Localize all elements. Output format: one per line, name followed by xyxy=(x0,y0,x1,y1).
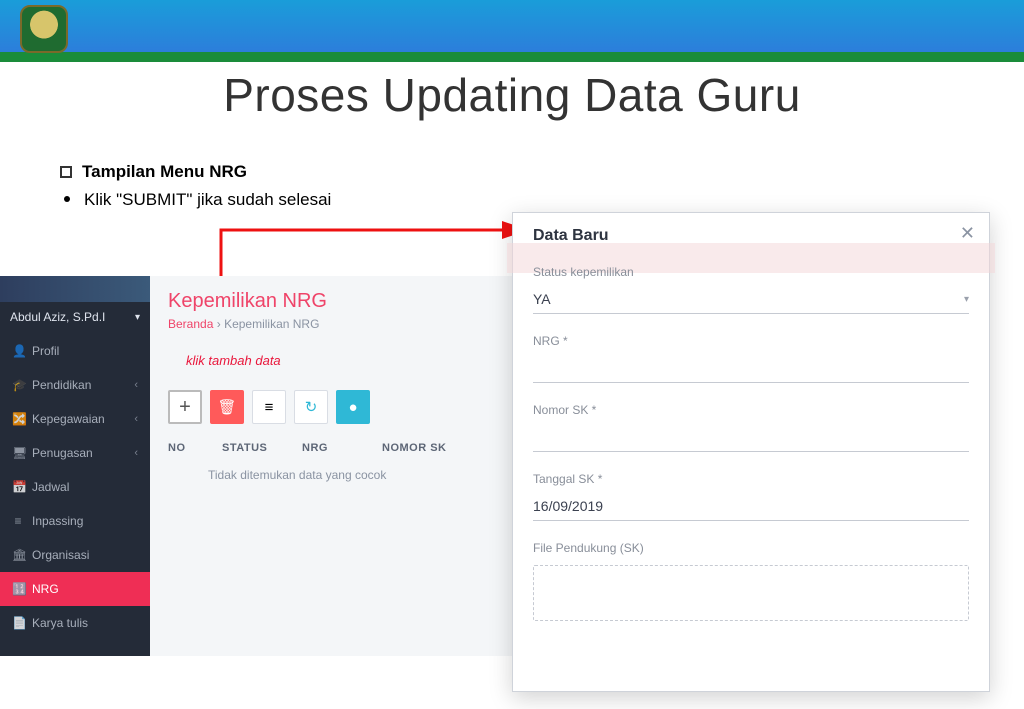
sidebar-icon: 📅 xyxy=(12,480,24,494)
sidebar-item-karya-tulis[interactable]: 📄 Karya tulis xyxy=(0,606,150,640)
sidebar-item-jadwal[interactable]: 📅 Jadwal xyxy=(0,470,150,504)
chevron-down-icon: ▾ xyxy=(135,312,140,323)
table-empty: Tidak ditemukan data yang cocok xyxy=(168,468,502,482)
input-tanggal-value: 16/09/2019 xyxy=(533,498,603,514)
bullet-heading: Tampilan Menu NRG xyxy=(82,162,247,181)
input-nomor[interactable] xyxy=(533,423,969,452)
sidebar-icon: 🖥 xyxy=(12,446,24,460)
sidebar-item-label: Organisasi xyxy=(32,548,89,562)
sidebar: Abdul Aziz, S.Pd.I ▾ 👤 Profil 🎓 Pendidikan ‹… xyxy=(0,276,150,656)
refresh-button[interactable]: ↻ xyxy=(294,390,328,424)
sidebar-item-label: Karya tulis xyxy=(32,616,88,630)
label-status: Status kepemilikan xyxy=(533,265,969,279)
modal-title: Data Baru xyxy=(533,227,969,245)
crumb-current: Kepemilikan NRG xyxy=(224,317,319,331)
breadcrumb: Beranda › Kepemilikan NRG xyxy=(168,317,502,331)
chevron-left-icon: ‹ xyxy=(134,447,138,459)
chevron-left-icon: ‹ xyxy=(134,379,138,391)
sidebar-icon: 🔀 xyxy=(12,412,24,426)
add-button[interactable]: + xyxy=(168,390,202,424)
sidebar-item-label: Jadwal xyxy=(32,480,69,494)
sidebar-icon: 🏛 xyxy=(12,548,24,562)
select-status[interactable]: YA ▾ xyxy=(533,285,969,314)
sidebar-icon: ≡ xyxy=(12,514,24,528)
sidebar-item-label: Pendidikan xyxy=(32,378,91,392)
clock-button[interactable]: ● xyxy=(336,390,370,424)
page-title: Kepemilikan NRG xyxy=(168,290,502,313)
modal-data-baru: ✕ Data Baru Status kepemilikan YA ▾ NRG … xyxy=(512,212,990,692)
annotation-text: klik tambah data xyxy=(186,353,502,368)
sidebar-item-inpassing[interactable]: ≡ Inpassing xyxy=(0,504,150,538)
emblem-icon xyxy=(20,5,68,53)
slide-title: Proses Updating Data Guru xyxy=(0,68,1024,122)
close-icon[interactable]: ✕ xyxy=(960,223,975,244)
crumb-home[interactable]: Beranda xyxy=(168,317,213,331)
label-nrg: NRG * xyxy=(533,334,969,348)
bullet-list: Tampilan Menu NRG Klik "SUBMIT" jika sud… xyxy=(60,162,331,218)
field-tanggal: Tanggal SK * 16/09/2019 xyxy=(533,472,969,521)
file-dropzone[interactable] xyxy=(533,565,969,621)
sidebar-icon: 🎓 xyxy=(12,378,24,392)
sidebar-item-penugasan[interactable]: 🖥 Penugasan ‹ xyxy=(0,436,150,470)
chevron-left-icon: ‹ xyxy=(134,413,138,425)
input-nrg[interactable] xyxy=(533,354,969,383)
sidebar-item-nrg[interactable]: 🔢 NRG xyxy=(0,572,150,606)
field-file: File Pendukung (SK) xyxy=(533,541,969,621)
square-bullet-icon xyxy=(60,166,72,178)
sidebar-banner xyxy=(0,276,150,302)
title-bar xyxy=(0,0,1024,62)
field-nrg: NRG * xyxy=(533,334,969,383)
sidebar-item-label: NRG xyxy=(32,582,59,596)
sidebar-icon: 👤 xyxy=(12,344,24,358)
sidebar-item-profil[interactable]: 👤 Profil xyxy=(0,334,150,368)
sidebar-icon: 📄 xyxy=(12,616,24,630)
label-file: File Pendukung (SK) xyxy=(533,541,969,555)
sidebar-icon: 🔢 xyxy=(12,582,24,596)
field-status: Status kepemilikan YA ▾ xyxy=(533,265,969,314)
sidebar-item-kepegawaian[interactable]: 🔀 Kepegawaian ‹ xyxy=(0,402,150,436)
sidebar-user[interactable]: Abdul Aziz, S.Pd.I ▾ xyxy=(0,302,150,334)
delete-button[interactable]: 🗑 xyxy=(210,390,244,424)
dot-bullet-icon xyxy=(64,196,70,202)
sidebar-item-label: Inpassing xyxy=(32,514,83,528)
list-button[interactable]: ≡ xyxy=(252,390,286,424)
table-header: NO STATUS NRG NOMOR SK xyxy=(168,442,502,454)
bullet-text: Klik "SUBMIT" jika sudah selesai xyxy=(84,190,331,209)
col-nrg: NRG xyxy=(302,442,372,454)
toolbar: + 🗑 ≡ ↻ ● xyxy=(168,390,502,424)
app-screenshot: Abdul Aziz, S.Pd.I ▾ 👤 Profil 🎓 Pendidikan ‹… xyxy=(0,276,520,656)
chevron-down-icon: ▾ xyxy=(964,294,969,305)
sidebar-item-organisasi[interactable]: 🏛 Organisasi xyxy=(0,538,150,572)
col-status: STATUS xyxy=(222,442,292,454)
sidebar-item-label: Profil xyxy=(32,344,59,358)
col-no: NO xyxy=(168,442,212,454)
main-panel: Kepemilikan NRG Beranda › Kepemilikan NR… xyxy=(150,276,520,656)
label-tanggal: Tanggal SK * xyxy=(533,472,969,486)
select-status-value: YA xyxy=(533,291,551,307)
crumb-sep: › xyxy=(217,317,221,331)
label-nomor: Nomor SK * xyxy=(533,403,969,417)
col-nomorsk: NOMOR SK xyxy=(382,442,462,454)
sidebar-item-label: Kepegawaian xyxy=(32,412,105,426)
input-tanggal[interactable]: 16/09/2019 xyxy=(533,492,969,521)
sidebar-item-pendidikan[interactable]: 🎓 Pendidikan ‹ xyxy=(0,368,150,402)
sidebar-item-label: Penugasan xyxy=(32,446,93,460)
field-nomor: Nomor SK * xyxy=(533,403,969,452)
sidebar-user-name: Abdul Aziz, S.Pd.I xyxy=(10,310,105,324)
